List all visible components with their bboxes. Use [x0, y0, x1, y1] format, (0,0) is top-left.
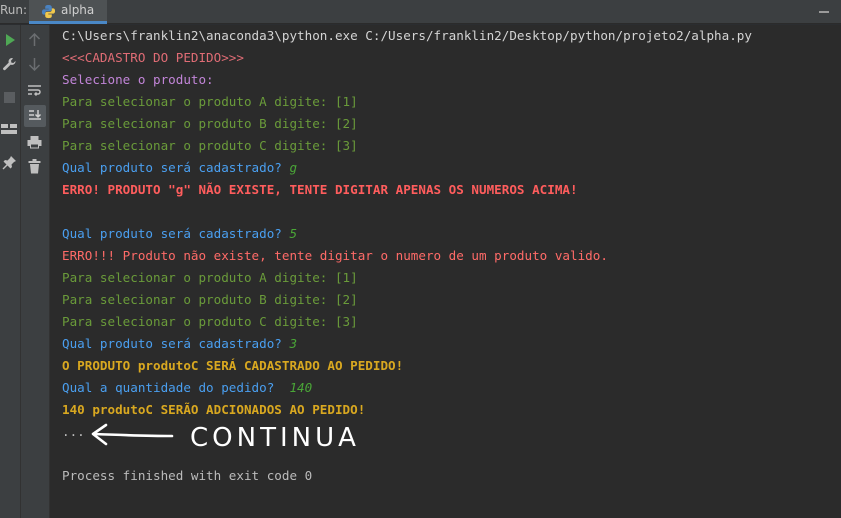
- question-qty-text: Qual a quantidade do pedido?: [62, 380, 290, 395]
- python-icon: [41, 4, 56, 19]
- exit-message-line: Process finished with exit code 0: [62, 468, 313, 483]
- option-b-line: Para selecionar o produto B digite: [2]: [62, 292, 358, 307]
- trash-icon[interactable]: [28, 159, 41, 174]
- error-line-1: ERRO! PRODUTO "g" NÃO EXISTE, TENTE DIGI…: [62, 182, 578, 197]
- print-icon[interactable]: [27, 135, 42, 149]
- option-a-line: Para selecionar o produto A digite: [1]: [62, 270, 358, 285]
- stop-icon[interactable]: [3, 91, 16, 104]
- select-prompt-line: Selecione o produto:: [62, 72, 214, 87]
- scroll-to-end-button[interactable]: [24, 105, 46, 127]
- option-b-line: Para selecionar o produto B digite: [2]: [62, 116, 358, 131]
- ellipsis-line: ...: [62, 424, 85, 439]
- run-toolwindow-header: Run: alpha: [0, 0, 841, 24]
- user-input-text: 3: [289, 336, 298, 351]
- user-input-text: g: [289, 160, 298, 175]
- confirm-qty-line: 140 produtoC SERÃO ADCIONADOS AO PEDIDO!: [62, 402, 366, 417]
- arrow-left-icon: [91, 423, 174, 446]
- question-product-text: Qual produto será cadastrado?: [62, 336, 290, 351]
- question-product-line-1: Qual produto será cadastrado? g: [62, 159, 297, 177]
- pin-icon[interactable]: [2, 155, 17, 170]
- confirm-product-line: O PRODUTO produtoC SERÁ CADASTRADO AO PE…: [62, 358, 404, 373]
- tab-label: alpha: [61, 3, 95, 17]
- question-product-text: Qual produto será cadastrado?: [62, 160, 290, 175]
- console-actions-toolbar: [21, 25, 50, 518]
- question-qty-line: Qual a quantidade do pedido? 140: [62, 379, 312, 397]
- question-product-line-2: Qual produto será cadastrado? 5: [62, 225, 297, 243]
- option-c-line: Para selecionar o produto C digite: [3]: [62, 314, 358, 329]
- question-product-text: Qual produto será cadastrado?: [62, 226, 290, 241]
- handwritten-annotation: CONTINUA: [91, 423, 360, 453]
- wrench-icon[interactable]: [2, 57, 17, 72]
- down-arrow-icon[interactable]: [28, 57, 41, 71]
- user-input-qty: 140: [289, 380, 313, 395]
- soft-wrap-icon[interactable]: [27, 84, 42, 98]
- run-icon[interactable]: [3, 33, 17, 47]
- question-product-line-3: Qual produto será cadastrado? 3: [62, 335, 297, 353]
- header-line: <<<CADASTRO DO PEDIDO>>>: [62, 50, 244, 65]
- option-c-line: Para selecionar o produto C digite: [3]: [62, 138, 358, 153]
- command-line: C:\Users\franklin2\anaconda3\python.exe …: [62, 28, 752, 43]
- run-actions-toolbar: [0, 25, 21, 518]
- tab-alpha[interactable]: alpha: [29, 0, 107, 24]
- user-input-text: 5: [289, 226, 298, 241]
- run-label: Run:: [0, 3, 28, 17]
- annotation-text: CONTINUA: [190, 423, 360, 453]
- up-arrow-icon[interactable]: [28, 33, 41, 47]
- scroll-to-end-icon: [29, 110, 42, 120]
- layout-icon[interactable]: [1, 123, 17, 135]
- option-a-line: Para selecionar o produto A digite: [1]: [62, 94, 358, 109]
- minimize-icon[interactable]: [819, 11, 829, 13]
- error-line-2: ERRO!!! Produto não existe, tente digita…: [62, 248, 608, 263]
